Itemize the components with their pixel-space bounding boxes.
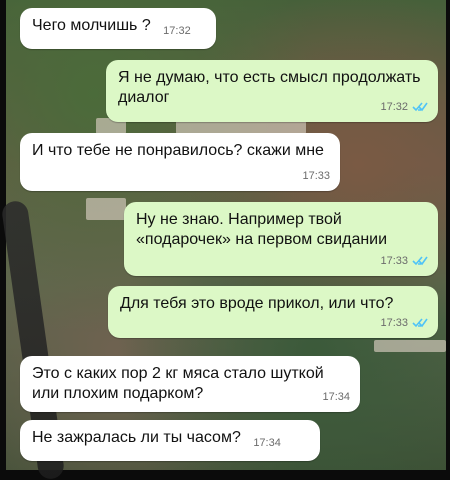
wallpaper-building [176, 120, 306, 134]
message-text: И что тебе не понравилось? скажи мне [32, 142, 324, 159]
message-time-label: 17:34 [322, 391, 350, 403]
message-time-label: 17:32 [380, 101, 408, 113]
message-time-label: 17:34 [253, 437, 281, 449]
message-text: Я не думаю, что есть смысл продолжать ди… [118, 69, 425, 106]
message-bubble-outgoing[interactable]: Ну не знаю. Например твой «подарочек» на… [124, 202, 438, 276]
message-bubble-incoming[interactable]: И что тебе не понравилось? скажи мне 17:… [20, 133, 340, 191]
double-check-icon [412, 102, 428, 112]
message-text: Для тебя это вроде прикол, или что? [120, 295, 394, 312]
message-bubble-incoming[interactable]: Чего молчишь ? 17:32 [20, 8, 216, 49]
message-time-label: 17:33 [380, 317, 408, 329]
message-text: Чего молчишь ? [32, 17, 151, 34]
message-bubble-outgoing[interactable]: Для тебя это вроде прикол, или что? 17:3… [108, 286, 438, 338]
message-bubble-incoming[interactable]: Не зажралась ли ты часом? 17:34 [20, 420, 320, 461]
message-meta: 17:33 [380, 251, 428, 271]
message-time: 17:34 [253, 433, 281, 453]
message-text: Это с каких пор 2 кг мяса стало шуткой и… [32, 365, 329, 402]
message-time-label: 17:33 [302, 170, 330, 182]
wallpaper-house [86, 198, 126, 220]
message-meta: 17:32 [380, 97, 428, 117]
message-time-label: 17:32 [163, 25, 191, 37]
message-meta: 17:33 [302, 166, 330, 186]
wallpaper-road-right [374, 340, 446, 352]
message-bubble-outgoing[interactable]: Я не думаю, что есть смысл продолжать ди… [106, 60, 438, 122]
message-time-label: 17:33 [380, 255, 408, 267]
message-time: 17:32 [163, 21, 191, 41]
message-meta: 17:34 [322, 387, 350, 407]
message-text: Не зажралась ли ты часом? [32, 429, 241, 446]
message-text: Ну не знаю. Например твой «подарочек» на… [136, 211, 388, 248]
message-meta: 17:33 [380, 313, 428, 333]
double-check-icon [412, 318, 428, 328]
message-bubble-incoming[interactable]: Это с каких пор 2 кг мяса стало шуткой и… [20, 356, 360, 412]
double-check-icon [412, 256, 428, 266]
